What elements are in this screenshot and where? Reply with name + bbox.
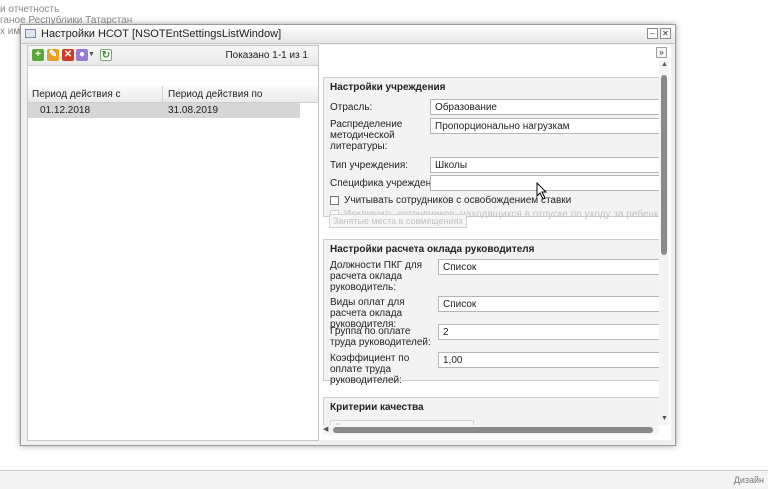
refresh-icon[interactable]: ↻ (100, 49, 112, 61)
delete-icon[interactable]: ✕ (62, 49, 74, 61)
coef-field[interactable]: 1,00 (438, 352, 659, 368)
settings-window: Настройки НСОТ [NSOTEntSettingsListWindo… (20, 24, 676, 446)
periods-grid-panel: + ✎ ✕ ● ▼ ↻ Показано 1-1 из 1 Период дей… (27, 45, 319, 441)
type-label: Тип учреждения: (330, 160, 409, 171)
close-icon[interactable]: ✕ (660, 28, 671, 39)
grid-header: Период действия с Период действия по (28, 86, 318, 103)
paging-info: Показано 1-1 из 1 (225, 50, 308, 61)
table-row[interactable]: 01.12.2018 31.08.2019 (28, 103, 300, 118)
bg-line-3: х им (0, 26, 21, 37)
column-header-to[interactable]: Период действия по (168, 89, 262, 100)
specifics-label: Специфика учреждения: (330, 178, 445, 189)
edit-icon[interactable]: ✎ (47, 49, 59, 61)
more-actions-icon[interactable]: ● (76, 49, 88, 61)
vertical-scrollbar[interactable]: ▲ ▼ (659, 61, 669, 425)
scroll-left-icon[interactable]: ◀ (323, 425, 328, 433)
pkg-label: Должности ПКГ для расчета оклада руковод… (330, 260, 423, 293)
minimize-icon[interactable]: – (647, 28, 658, 39)
grid-toolbar: + ✎ ✕ ● ▼ ↻ Показано 1-1 из 1 (28, 46, 318, 66)
institution-fieldset: Настройки учреждения Отрасль: Образовани… (323, 77, 659, 220)
add-icon[interactable]: + (32, 49, 44, 61)
mouse-cursor-icon (536, 182, 548, 200)
column-header-from[interactable]: Период действия с (32, 89, 121, 100)
horizontal-scroll-thumb[interactable] (333, 427, 653, 433)
window-icon (25, 29, 36, 38)
institution-title: Настройки учреждения (330, 82, 446, 93)
manager-salary-title: Настройки расчета оклада руководителя (330, 244, 535, 255)
manager-salary-fieldset: Настройки расчета оклада руководителя До… (323, 239, 659, 386)
chevron-down-icon[interactable]: ▼ (88, 51, 95, 58)
bg-line-1: и отчетность (0, 4, 60, 15)
window-titlebar[interactable]: Настройки НСОТ [NSOTEntSettingsListWindo… (21, 25, 675, 44)
release-rate-checkbox[interactable] (330, 196, 339, 205)
group-field[interactable]: 2 (438, 324, 659, 340)
group-label: Группа по оплате труда руководителей: (330, 326, 431, 348)
scroll-down-icon[interactable]: ▼ (661, 415, 668, 422)
pkg-field[interactable]: Список (438, 259, 659, 275)
collapse-icon[interactable]: » (656, 47, 667, 58)
industry-label: Отрасль: (330, 102, 373, 113)
window-title: Настройки НСОТ [NSOTEntSettingsListWindo… (41, 28, 282, 40)
horizontal-scrollbar[interactable]: ◀ (323, 425, 659, 435)
column-divider (162, 86, 163, 102)
scroll-up-icon[interactable]: ▲ (661, 61, 668, 68)
form-content: Настройки учреждения Отрасль: Образовани… (319, 61, 659, 430)
type-field[interactable]: Школы (430, 157, 659, 173)
industry-field[interactable]: Образование (430, 99, 659, 115)
cell-from: 01.12.2018 (40, 105, 91, 116)
cell-to: 31.08.2019 (168, 105, 219, 116)
bottom-bar: Дизайн (0, 470, 768, 489)
payments-field[interactable]: Список (438, 296, 659, 312)
vertical-scroll-thumb[interactable] (661, 75, 667, 255)
quality-title: Критерии качества (330, 402, 424, 413)
footer-text: Дизайн (733, 475, 764, 485)
settings-form-panel: » Настройки учреждения Отрасль: Образова… (318, 45, 671, 440)
coef-label: Коэффициент по оплате труда руководителе… (330, 353, 410, 386)
distribution-field[interactable]: Пропорционально нагрузкам (430, 118, 659, 134)
distribution-label: Распределение методической литературы: (330, 119, 403, 152)
occupied-places-button[interactable]: Занятые места в совмещениях (329, 214, 468, 228)
